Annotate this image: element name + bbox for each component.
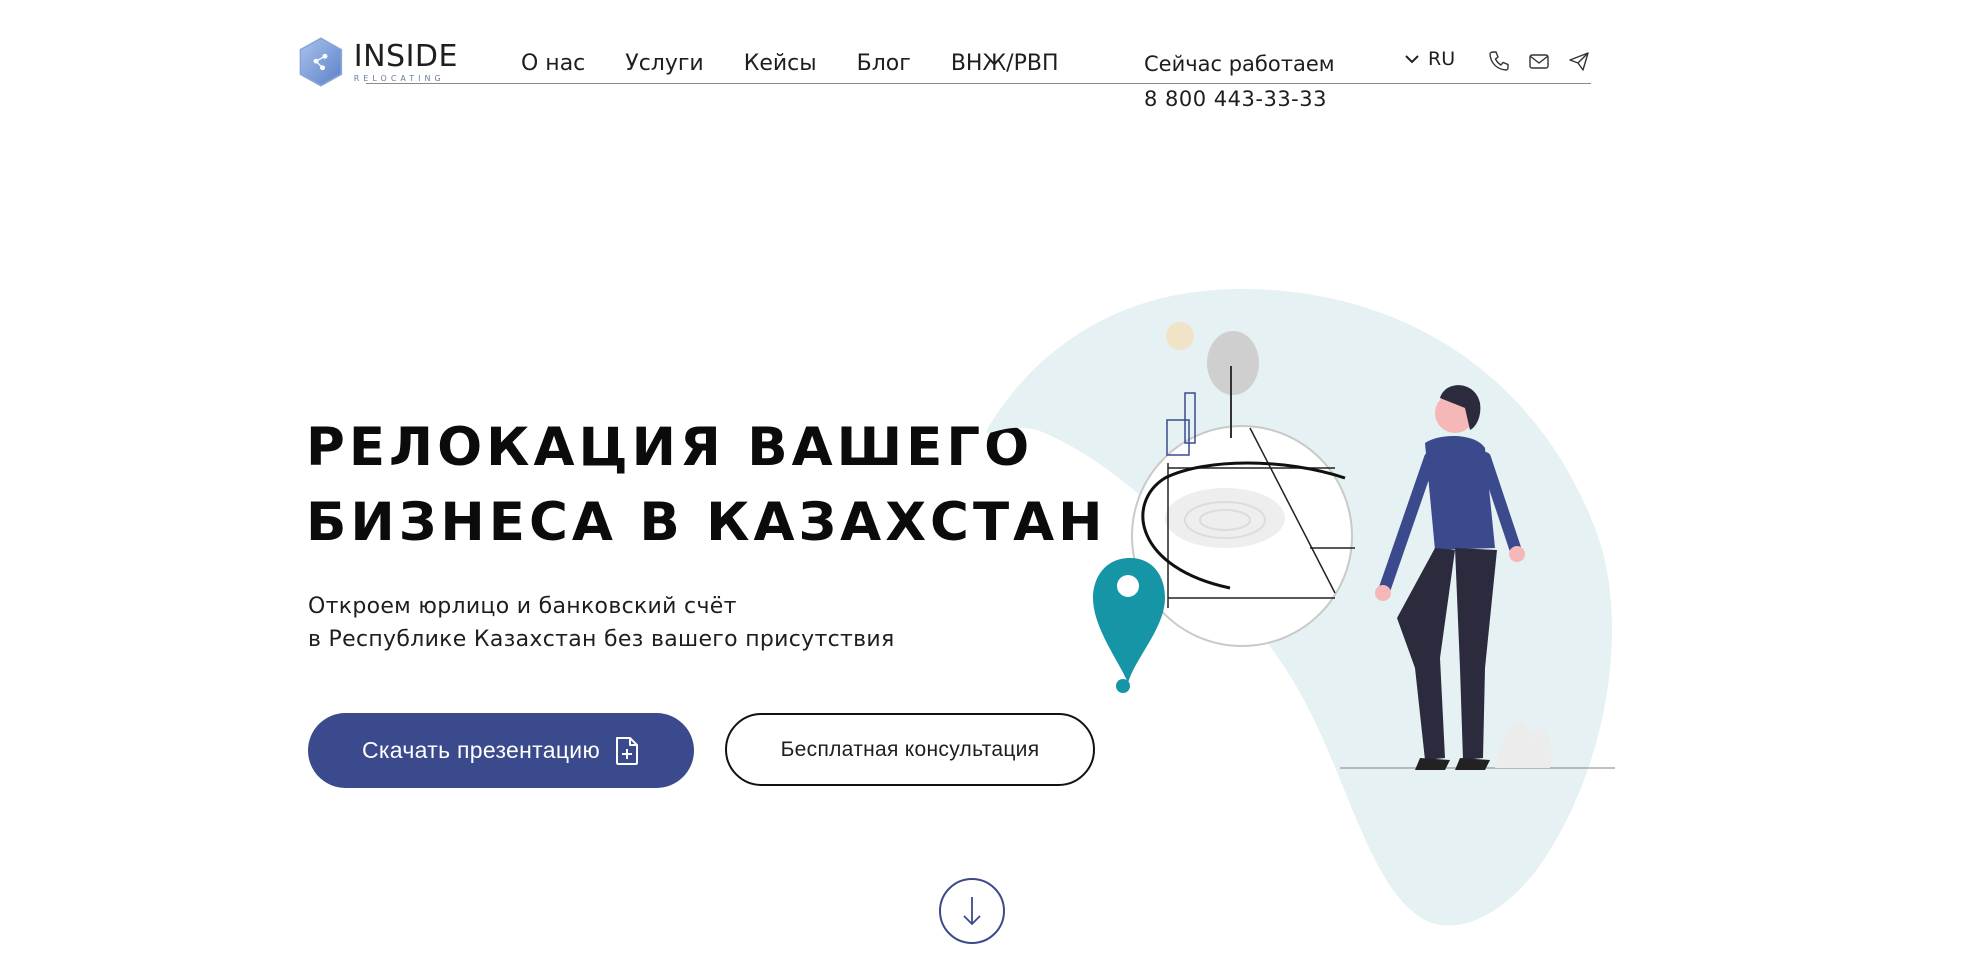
main-nav: О нас Услуги Кейсы Блог ВНЖ/РВП	[521, 50, 1099, 78]
document-plus-icon	[616, 736, 638, 765]
mail-icon[interactable]	[1528, 50, 1550, 72]
phone-number[interactable]: 8 800 443-33-33	[1144, 85, 1327, 113]
download-presentation-button[interactable]: Скачать презентацию	[308, 713, 694, 788]
nav-item-cases[interactable]: Кейсы	[744, 50, 817, 78]
header-divider	[366, 83, 1591, 84]
nav-item-blog[interactable]: Блог	[857, 50, 911, 78]
logo-subtitle: RELOCATING	[353, 73, 445, 83]
language-label: RU	[1428, 48, 1456, 70]
tree-icon	[1207, 331, 1259, 395]
logo-hexagon-icon	[299, 37, 343, 87]
contact-icons	[1488, 50, 1590, 72]
chevron-down-icon	[1405, 55, 1419, 64]
nav-item-about[interactable]: О нас	[521, 50, 585, 78]
work-status: Сейчас работаем	[1144, 52, 1335, 76]
phone-icon[interactable]	[1488, 50, 1510, 72]
hero-subtitle: Откроем юрлицо и банковский счёт в Респу…	[308, 590, 894, 656]
hero-subtitle-line-1: Откроем юрлицо и банковский счёт	[308, 594, 737, 619]
logo-word: INSIDE	[353, 38, 458, 74]
hero-subtitle-line-2: в Республике Казахстан без вашего присут…	[308, 627, 895, 652]
nav-item-residence[interactable]: ВНЖ/РВП	[951, 50, 1059, 78]
arrow-down-icon	[963, 897, 981, 926]
download-presentation-label: Скачать презентацию	[362, 737, 600, 763]
nav-item-services[interactable]: Услуги	[625, 50, 703, 78]
language-selector[interactable]: RU	[1404, 48, 1455, 70]
telegram-icon[interactable]	[1568, 50, 1590, 72]
hero-illustration	[986, 289, 1615, 926]
